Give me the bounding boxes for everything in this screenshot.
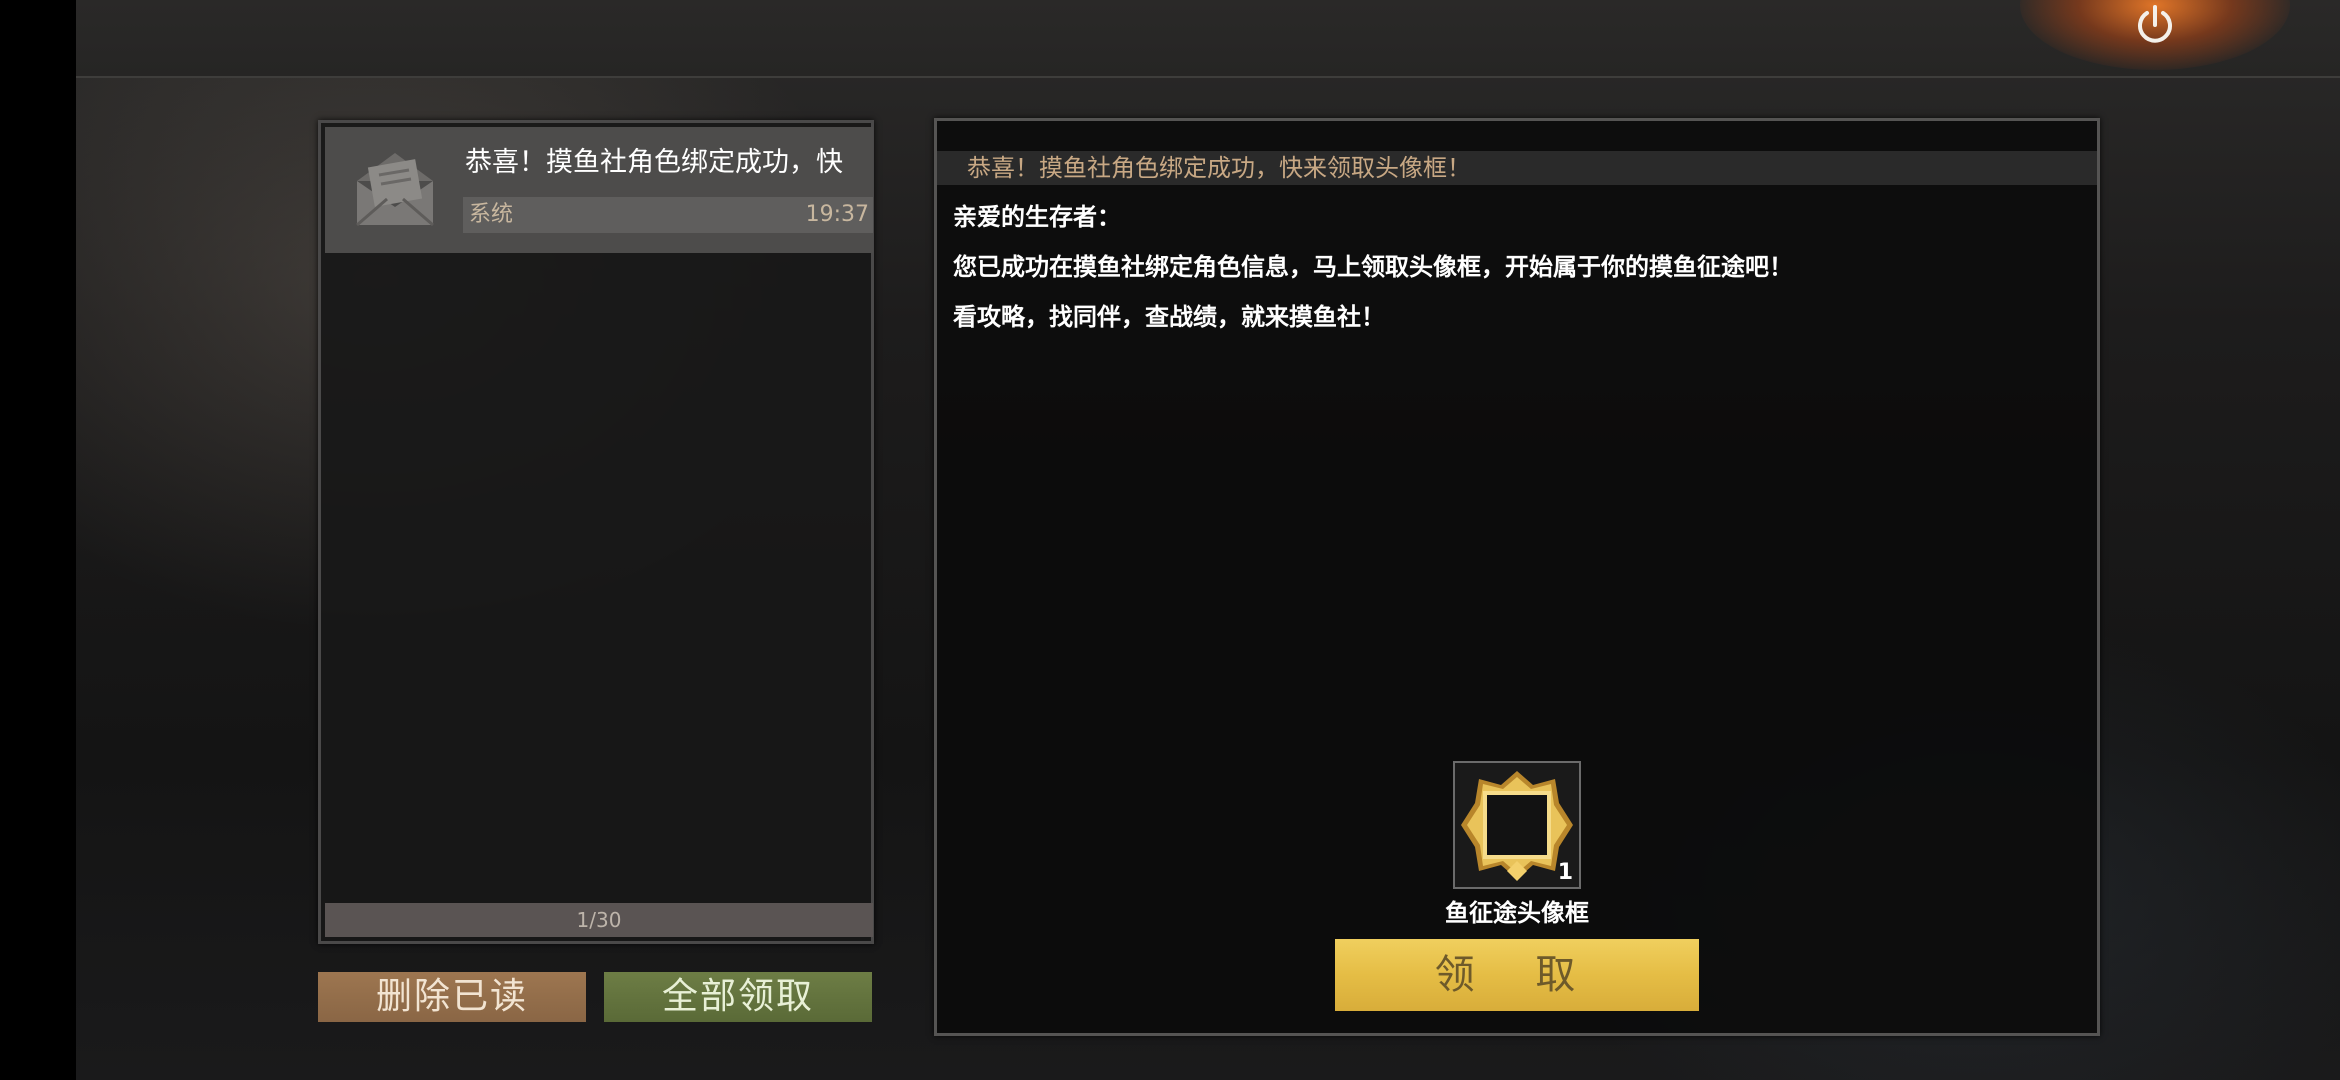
- mail-body-line: 您已成功在摸鱼社绑定角色信息，马上领取头像框，开始属于你的摸鱼征途吧！: [953, 253, 1793, 281]
- envelope-icon: [356, 153, 434, 227]
- mail-pager: 1/30: [325, 903, 873, 937]
- mail-item-title: 恭喜！摸鱼社角色绑定成功，快: [465, 147, 843, 178]
- mail-item-sender: 系统: [469, 202, 514, 227]
- mail-greeting: 亲爱的生存者：: [953, 203, 1121, 231]
- mail-detail-title-bar: 恭喜！摸鱼社角色绑定成功，快来领取头像框！: [937, 151, 2097, 185]
- top-bar: [76, 0, 2340, 78]
- mail-detail-panel: 恭喜！摸鱼社角色绑定成功，快来领取头像框！ 亲爱的生存者： 您已成功在摸鱼社绑定…: [934, 118, 2100, 1036]
- claim-button[interactable]: 领 取: [1335, 939, 1699, 1011]
- mail-list-item[interactable]: 恭喜！摸鱼社角色绑定成功，快 系统 19:37: [325, 127, 873, 253]
- mail-detail-title: 恭喜！摸鱼社角色绑定成功，快来领取头像框！: [967, 154, 1471, 182]
- mail-list-panel: 恭喜！摸鱼社角色绑定成功，快 系统 19:37 1/30: [318, 120, 874, 944]
- power-button[interactable]: [2130, 0, 2180, 50]
- claim-all-button[interactable]: 全部领取: [604, 972, 872, 1022]
- mail-screen: 恭喜！摸鱼社角色绑定成功，快 系统 19:37 1/30 删除已读 全部领取 恭…: [0, 0, 2340, 1080]
- mail-body-line: 看攻略，找同伴，查战绩，就来摸鱼社！: [953, 303, 1385, 331]
- reward-item[interactable]: 1: [1453, 761, 1581, 889]
- delete-read-button[interactable]: 删除已读: [318, 972, 586, 1022]
- power-icon: [2138, 5, 2172, 43]
- reward-count: 1: [1557, 860, 1573, 885]
- mail-item-time: 19:37: [805, 202, 869, 227]
- reward-name: 鱼征途头像框: [1445, 899, 1589, 927]
- mail-item-meta: 系统 19:37: [463, 197, 873, 233]
